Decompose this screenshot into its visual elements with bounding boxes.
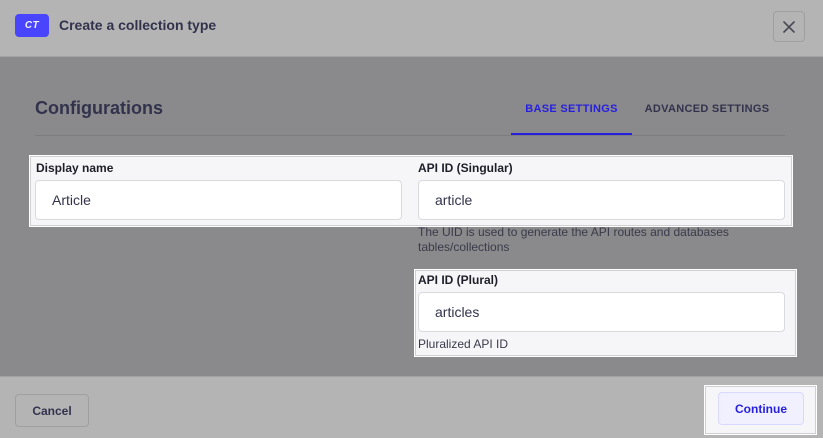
continue-highlight: Continue <box>704 385 817 435</box>
tab-advanced-settings[interactable]: ADVANCED SETTINGS <box>632 94 782 135</box>
api-id-plural-input[interactable]: articles <box>418 292 785 332</box>
modal-footer: Cancel Continue <box>0 376 823 438</box>
modal-title: Create a collection type <box>59 17 217 33</box>
modal-header: CT Create a collection type <box>0 0 823 57</box>
api-id-singular-input[interactable]: article <box>418 180 785 220</box>
settings-tabs: BASE SETTINGS ADVANCED SETTINGS <box>511 94 782 135</box>
display-name-input[interactable]: Article <box>35 180 402 220</box>
tabs-divider <box>35 135 785 136</box>
api-id-plural-hint: Pluralized API ID <box>418 337 509 351</box>
api-id-singular-label: API ID (Singular) <box>418 161 513 175</box>
close-button[interactable] <box>773 11 805 42</box>
api-id-plural-label: API ID (Plural) <box>418 273 499 287</box>
api-id-singular-hint: The UID is used to generate the API rout… <box>418 225 729 254</box>
display-name-label: Display name <box>36 161 114 175</box>
section-title: Configurations <box>35 98 163 118</box>
continue-button[interactable]: Continue <box>718 392 804 425</box>
content-type-badge: CT <box>15 14 49 37</box>
close-icon <box>783 20 795 33</box>
modal-body: Configurations BASE SETTINGS ADVANCED SE… <box>0 58 823 376</box>
cancel-button[interactable]: Cancel <box>15 394 89 427</box>
tab-base-settings[interactable]: BASE SETTINGS <box>511 94 632 135</box>
